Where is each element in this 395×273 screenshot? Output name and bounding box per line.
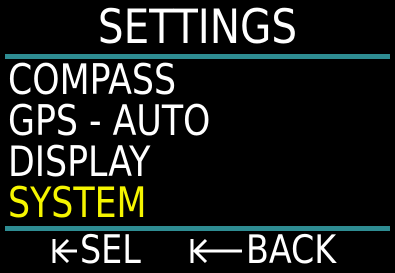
back-label: BACK xyxy=(246,228,337,273)
menu-item-display[interactable]: DISPLAY xyxy=(8,141,358,183)
menu-item-system[interactable]: SYSTEM xyxy=(8,182,358,224)
short-arrow-to-bar-left-icon xyxy=(52,236,80,266)
menu-item-gps-auto[interactable]: GPS - AUTO xyxy=(8,100,358,142)
back-hint[interactable]: BACK xyxy=(190,231,341,270)
button-hint-bar: SEL BACK xyxy=(0,231,395,270)
settings-menu: COMPASS GPS - AUTO DISPLAY SYSTEM xyxy=(8,59,388,224)
dive-computer-screen: SETTINGS COMPASS GPS - AUTO DISPLAY SYST… xyxy=(0,0,395,270)
menu-item-compass[interactable]: COMPASS xyxy=(8,59,358,101)
select-label: SEL xyxy=(80,228,141,273)
page-title: SETTINGS xyxy=(97,0,298,55)
long-arrow-to-bar-left-icon xyxy=(190,236,246,266)
select-hint[interactable]: SEL xyxy=(52,231,144,270)
